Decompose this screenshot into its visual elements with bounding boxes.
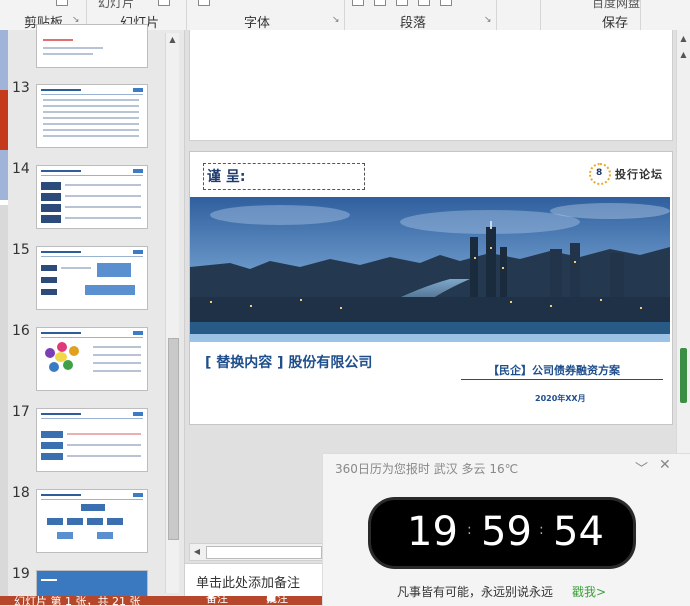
clock-minutes: 59 [481, 509, 532, 555]
digital-clock: 19 : 59 : 54 [371, 500, 633, 566]
scroll-left-icon[interactable]: ◀ [191, 545, 203, 558]
previous-slide-canvas[interactable] [189, 30, 673, 141]
align-center-icon[interactable] [374, 0, 386, 6]
font-launcher-icon[interactable]: ↘ [332, 16, 340, 25]
slide-number: 18 [12, 485, 30, 501]
slide-count-status: 幻灯片 第 1 张，共 21 张 [14, 596, 141, 605]
city-skyline-image [190, 197, 670, 342]
calendar-time-widget: 360日历为您报时 武汉 多云 16℃ ﹀ ✕ 19 : 59 : 54 凡事皆… [322, 453, 690, 606]
slide-thumbnail-13[interactable] [36, 84, 148, 148]
new-slide-button[interactable]: 幻灯片 [98, 0, 134, 11]
close-icon[interactable]: ✕ [659, 457, 671, 473]
clock-seconds: 54 [553, 509, 604, 555]
align-left-icon[interactable] [352, 0, 364, 6]
slide-thumbnail-15[interactable] [36, 246, 148, 310]
slide-number: 16 [12, 323, 30, 339]
widget-title: 360日历为您报时 武汉 多云 16℃ [335, 462, 519, 476]
paste-dropdown-icon[interactable] [56, 0, 68, 6]
notes-pane[interactable]: 单击此处添加备注 [185, 563, 325, 596]
salutation-text: 谨 呈: [207, 169, 246, 185]
slide-thumbnail-14[interactable] [36, 165, 148, 229]
subtitle-underline [461, 379, 663, 380]
slide-thumbnail-16[interactable] [36, 327, 148, 391]
slide-number: 15 [12, 242, 30, 258]
notes-placeholder: 单击此处添加备注 [196, 576, 301, 591]
slide-number: 17 [12, 404, 30, 420]
left-window-edge [0, 30, 8, 605]
notes-button-label: 备注 [206, 596, 228, 605]
skyline-illustration [190, 197, 670, 342]
align-right-icon[interactable] [396, 0, 408, 6]
comments-button-label: 批注 [266, 596, 288, 605]
ribbon-label-paragraph: 段落 [400, 16, 427, 31]
horizontal-scroll-thumb[interactable] [206, 546, 322, 559]
slide-thumbnail-pane: 13 14 15 16 17 18 19 ▲ [8, 24, 185, 602]
scroll-up-icon[interactable]: ▲ [677, 32, 690, 45]
slide-number: 13 [12, 80, 30, 96]
columns-icon[interactable] [440, 0, 452, 6]
company-name-title[interactable]: [ 替换内容 ] 股份有限公司 [205, 352, 372, 372]
clock-separator: : [539, 522, 544, 538]
slide-thumbnail-18[interactable] [36, 489, 148, 553]
scroll-up-icon[interactable]: ▲ [677, 48, 690, 61]
clock-hours: 19 [407, 509, 458, 555]
slide-thumbnail-17[interactable] [36, 408, 148, 472]
justify-icon[interactable] [418, 0, 430, 6]
ribbon-label-font: 字体 [244, 16, 271, 31]
paragraph-launcher-icon[interactable]: ↘ [484, 16, 492, 25]
clipboard-launcher-icon[interactable]: ↘ [72, 16, 80, 25]
thumbnail-scrollbar[interactable]: ▲ [165, 33, 179, 593]
ribbon-group-paragraph: 段落 ↘ [344, 0, 497, 31]
horizontal-scrollbar[interactable]: ◀ [189, 543, 326, 561]
clock-separator: : [467, 522, 472, 538]
baidu-pan-button[interactable]: 百度网盘 [592, 0, 640, 11]
slide-thumbnail-12[interactable] [36, 24, 148, 68]
scroll-up-icon[interactable]: ▲ [166, 33, 179, 46]
ribbon-group-spacer [496, 0, 541, 30]
salutation-textbox[interactable]: 谨 呈: [203, 163, 365, 190]
widget-motto: 凡事皆有可能，永远别说永远 [397, 585, 554, 599]
slide-number: 19 [12, 566, 30, 582]
brand-name: 投行论坛 [615, 168, 663, 181]
date-label[interactable]: 2020年XX月 [535, 393, 586, 404]
thumbnail-scroll-thumb[interactable] [168, 338, 179, 540]
ribbon-group-save: 百度网盘 保存 [540, 0, 641, 31]
brand-sun-icon: 8 [589, 163, 611, 185]
vertical-scroll-thumb[interactable] [680, 348, 687, 403]
ribbon-label-save: 保存 [602, 16, 629, 31]
widget-link[interactable]: 戳我> [572, 583, 606, 600]
layout-dropdown-icon[interactable] [158, 0, 170, 6]
collapse-chevron-icon[interactable]: ﹀ [635, 458, 648, 477]
financing-plan-subtitle[interactable]: 【民企】公司债券融资方案 [488, 362, 620, 378]
font-size-dropdown-icon[interactable] [198, 0, 210, 6]
ribbon-group-font: 字体 ↘ [186, 0, 345, 31]
brand-mark: 8 [596, 168, 603, 178]
slide-number: 14 [12, 161, 30, 177]
